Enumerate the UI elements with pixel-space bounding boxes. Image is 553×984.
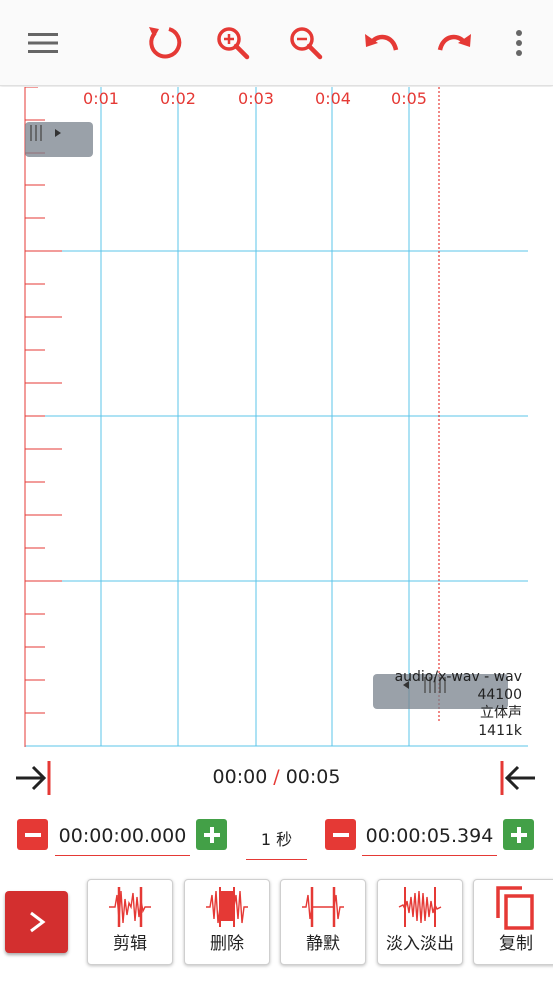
start-decrement-button[interactable] — [17, 819, 48, 850]
minus-icon — [332, 832, 349, 837]
fade-icon — [398, 887, 442, 927]
action-label: 剪辑 — [113, 934, 147, 954]
end-time-field[interactable]: 00:00:05.394 — [362, 816, 497, 856]
action-bar: 剪辑 删除 静默 淡入淡出 复制 — [0, 873, 553, 984]
set-end-marker-button[interactable] — [498, 758, 538, 798]
action-label: 复制 — [499, 934, 533, 954]
action-label: 删除 — [210, 934, 244, 954]
start-increment-button[interactable] — [196, 819, 227, 850]
action-label: 静默 — [306, 934, 340, 954]
step-size-field[interactable]: 1 秒 — [246, 816, 307, 860]
zoom-in-icon[interactable] — [210, 20, 256, 66]
delete-region-icon — [206, 887, 248, 927]
trim-button[interactable]: 剪辑 — [87, 879, 173, 965]
menu-icon[interactable] — [20, 20, 66, 66]
time-tick-label: 0:05 — [391, 89, 427, 108]
selection-start-handle[interactable] — [25, 122, 93, 157]
reload-icon[interactable] — [142, 20, 188, 66]
top-toolbar — [0, 0, 553, 86]
redo-icon[interactable] — [432, 20, 478, 66]
playback-time: 00:00/00:05 — [0, 766, 553, 788]
trim-icon — [109, 887, 151, 927]
start-time-field[interactable]: 00:00:00.000 — [55, 816, 190, 856]
copy-button[interactable]: 复制 — [473, 879, 553, 965]
time-tick-label: 0:01 — [83, 89, 119, 108]
plus-icon — [510, 826, 527, 843]
current-time: 00:00 — [212, 766, 268, 788]
fade-button[interactable]: 淡入淡出 — [377, 879, 463, 965]
file-channels: 立体声 — [480, 705, 522, 721]
more-vert-icon[interactable] — [496, 20, 542, 66]
time-tick-label: 0:03 — [238, 89, 274, 108]
delete-region-button[interactable]: 删除 — [184, 879, 270, 965]
set-end-icon — [500, 761, 535, 795]
end-decrement-button[interactable] — [325, 819, 356, 850]
file-sample-rate: 44100 — [477, 687, 522, 703]
playback-time-row: 00:00/00:05 — [0, 750, 553, 806]
waveform-grid: 0:01 0:02 0:03 0:04 0:05 — [24, 87, 528, 747]
zoom-out-icon[interactable] — [283, 20, 329, 66]
silence-button[interactable]: 静默 — [280, 879, 366, 965]
time-tick-label: 0:04 — [315, 89, 351, 108]
time-tick-label: 0:02 — [160, 89, 196, 108]
plus-icon — [203, 826, 220, 843]
waveform-view[interactable]: 0:01 0:02 0:03 0:04 0:05 audio/x-wav - w… — [0, 87, 553, 747]
time-separator: / — [273, 766, 280, 788]
play-icon — [29, 911, 45, 933]
copy-icon — [496, 886, 534, 930]
file-bitrate: 1411k — [478, 723, 522, 739]
amplitude-ruler — [25, 87, 62, 714]
play-button[interactable] — [5, 891, 68, 953]
undo-icon[interactable] — [358, 20, 404, 66]
selection-row: 00:00:00.000 1 秒 00:00:05.394 — [0, 812, 553, 862]
action-label: 淡入淡出 — [386, 934, 454, 954]
total-time: 00:05 — [285, 766, 341, 788]
drag-grip-icon — [30, 125, 61, 141]
file-mime: audio/x-wav - wav — [394, 669, 522, 685]
minus-icon — [24, 832, 41, 837]
file-info: audio/x-wav - wav 44100 立体声 1411k — [395, 668, 522, 740]
silence-icon — [302, 887, 344, 927]
end-increment-button[interactable] — [503, 819, 534, 850]
